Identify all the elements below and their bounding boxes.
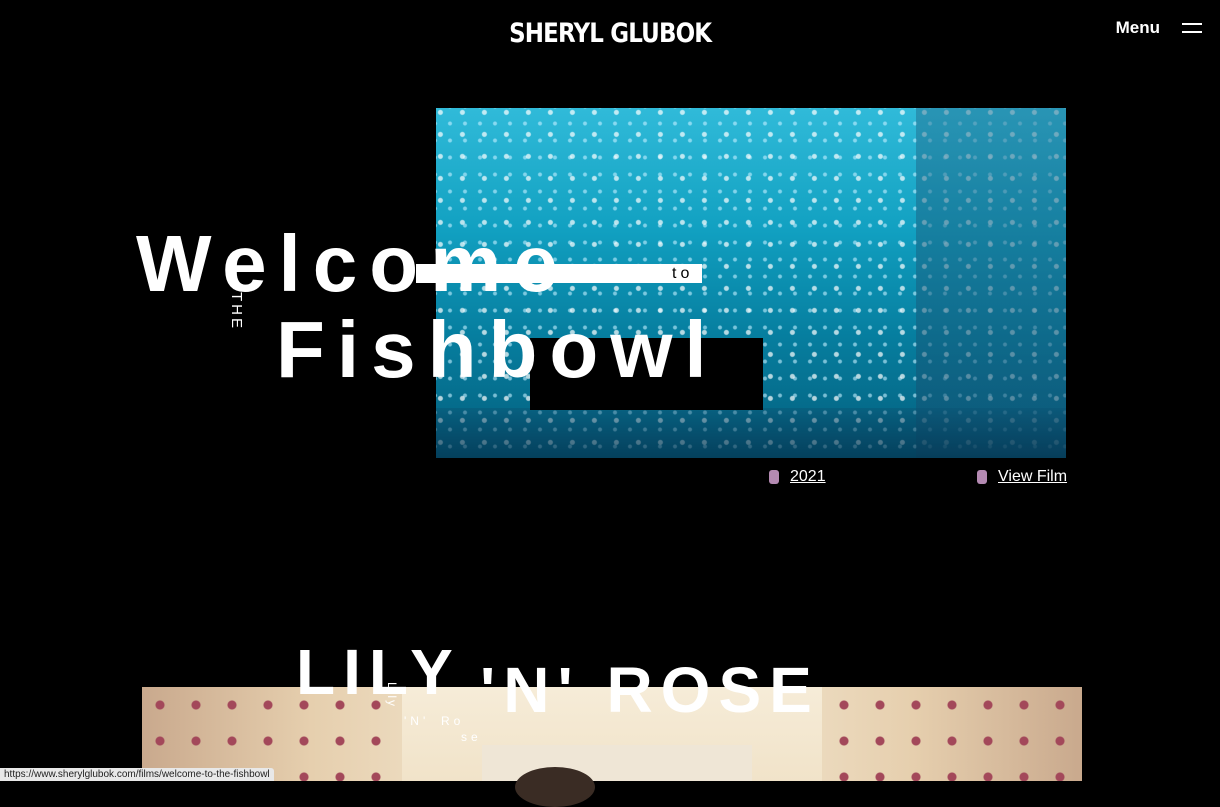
menu-button[interactable]: Menu [1116, 18, 1202, 38]
site-logo[interactable]: SHERYL GLUBOK [92, 18, 1129, 50]
film1-title-fishbowl: Fishbowl [276, 305, 719, 394]
film2-image-figure [515, 767, 595, 807]
film2-small-lily: Lily [385, 682, 399, 709]
status-bar-url: https://www.sherylglubok.com/films/welco… [0, 768, 274, 781]
view-film-link[interactable]: View Film [977, 468, 1067, 486]
film2-small-n: 'N' [404, 714, 430, 728]
view-film-label: View Film [998, 468, 1068, 485]
film2-small-ro: Ro [441, 714, 465, 728]
film2-title-lily: LILY [296, 636, 461, 708]
year-dot-icon [769, 470, 779, 484]
menu-label: Menu [1115, 18, 1160, 37]
film1-year: 2021 [790, 468, 826, 485]
film1-title-to: to [672, 265, 694, 282]
film1-title-bar [416, 264, 702, 283]
film1-image-panel [916, 108, 1066, 458]
film1-title-the: THe [228, 292, 245, 331]
film1-year-link[interactable]: 2021 [769, 468, 826, 486]
film2-title-nrose: 'N' ROSE [480, 654, 820, 726]
hamburger-icon [1182, 23, 1202, 33]
film2-small-se: se [461, 730, 482, 744]
view-film-dot-icon [977, 470, 987, 484]
film1-image-shade [436, 408, 1066, 458]
